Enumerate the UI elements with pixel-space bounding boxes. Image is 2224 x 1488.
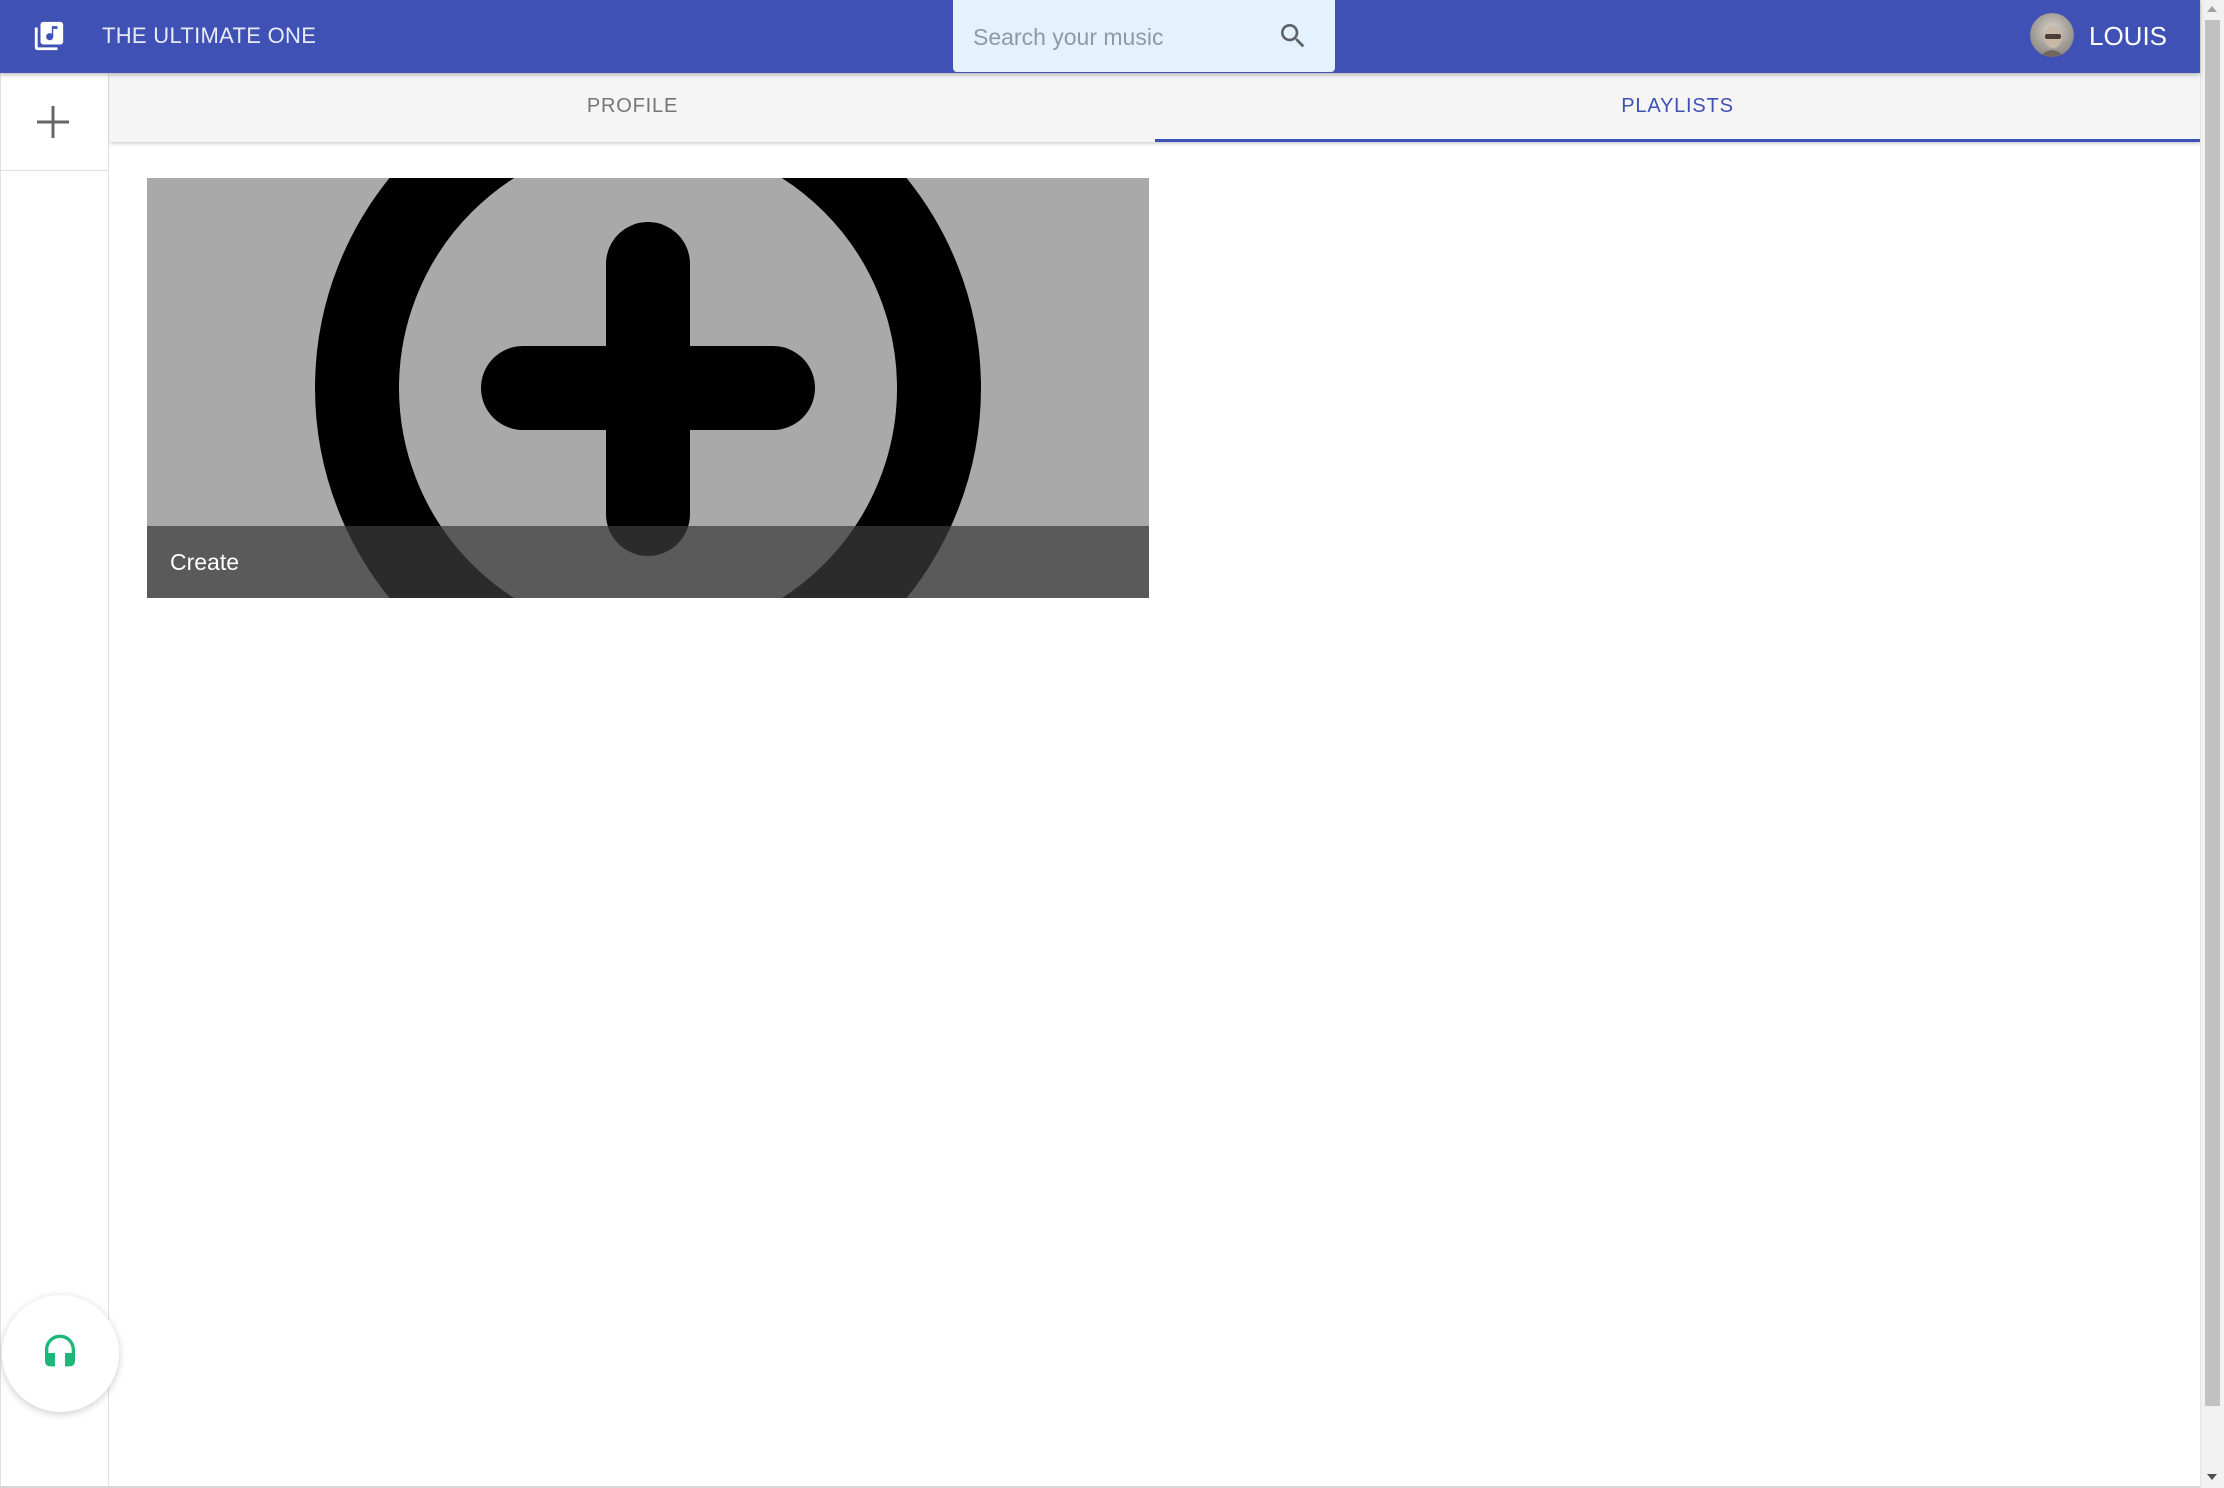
search-input[interactable] <box>971 14 1275 60</box>
user-name[interactable]: LOUIS <box>2089 21 2167 51</box>
avatar[interactable] <box>2030 13 2074 57</box>
headphones-icon <box>45 1334 75 1367</box>
tile-label: Create <box>170 549 240 575</box>
tile-caption: Create <box>147 526 1149 598</box>
create-playlist-tile[interactable]: Create <box>147 178 1149 598</box>
tab-bar: PROFILE PLAYLISTS <box>110 73 2200 142</box>
add-button[interactable] <box>1 73 109 171</box>
sidebar <box>0 73 109 1488</box>
active-tab-indicator <box>1155 139 2200 142</box>
scroll-up-arrow[interactable] <box>2207 6 2217 12</box>
search-icon[interactable] <box>1277 20 1309 52</box>
scrollbar[interactable] <box>2200 0 2224 1488</box>
music-library-icon[interactable] <box>32 19 66 53</box>
app-bar: THE ULTIMATE ONE LOUIS <box>0 0 2200 73</box>
scroll-down-arrow[interactable] <box>2207 1474 2217 1480</box>
player-button[interactable] <box>2 1295 119 1412</box>
tab-profile[interactable]: PROFILE <box>110 73 1155 142</box>
scroll-thumb[interactable] <box>2205 20 2220 1406</box>
plus-icon <box>37 106 69 138</box>
search-box <box>953 0 1335 72</box>
tab-playlists[interactable]: PLAYLISTS <box>1155 73 2200 142</box>
app-title: THE ULTIMATE ONE <box>102 23 317 48</box>
